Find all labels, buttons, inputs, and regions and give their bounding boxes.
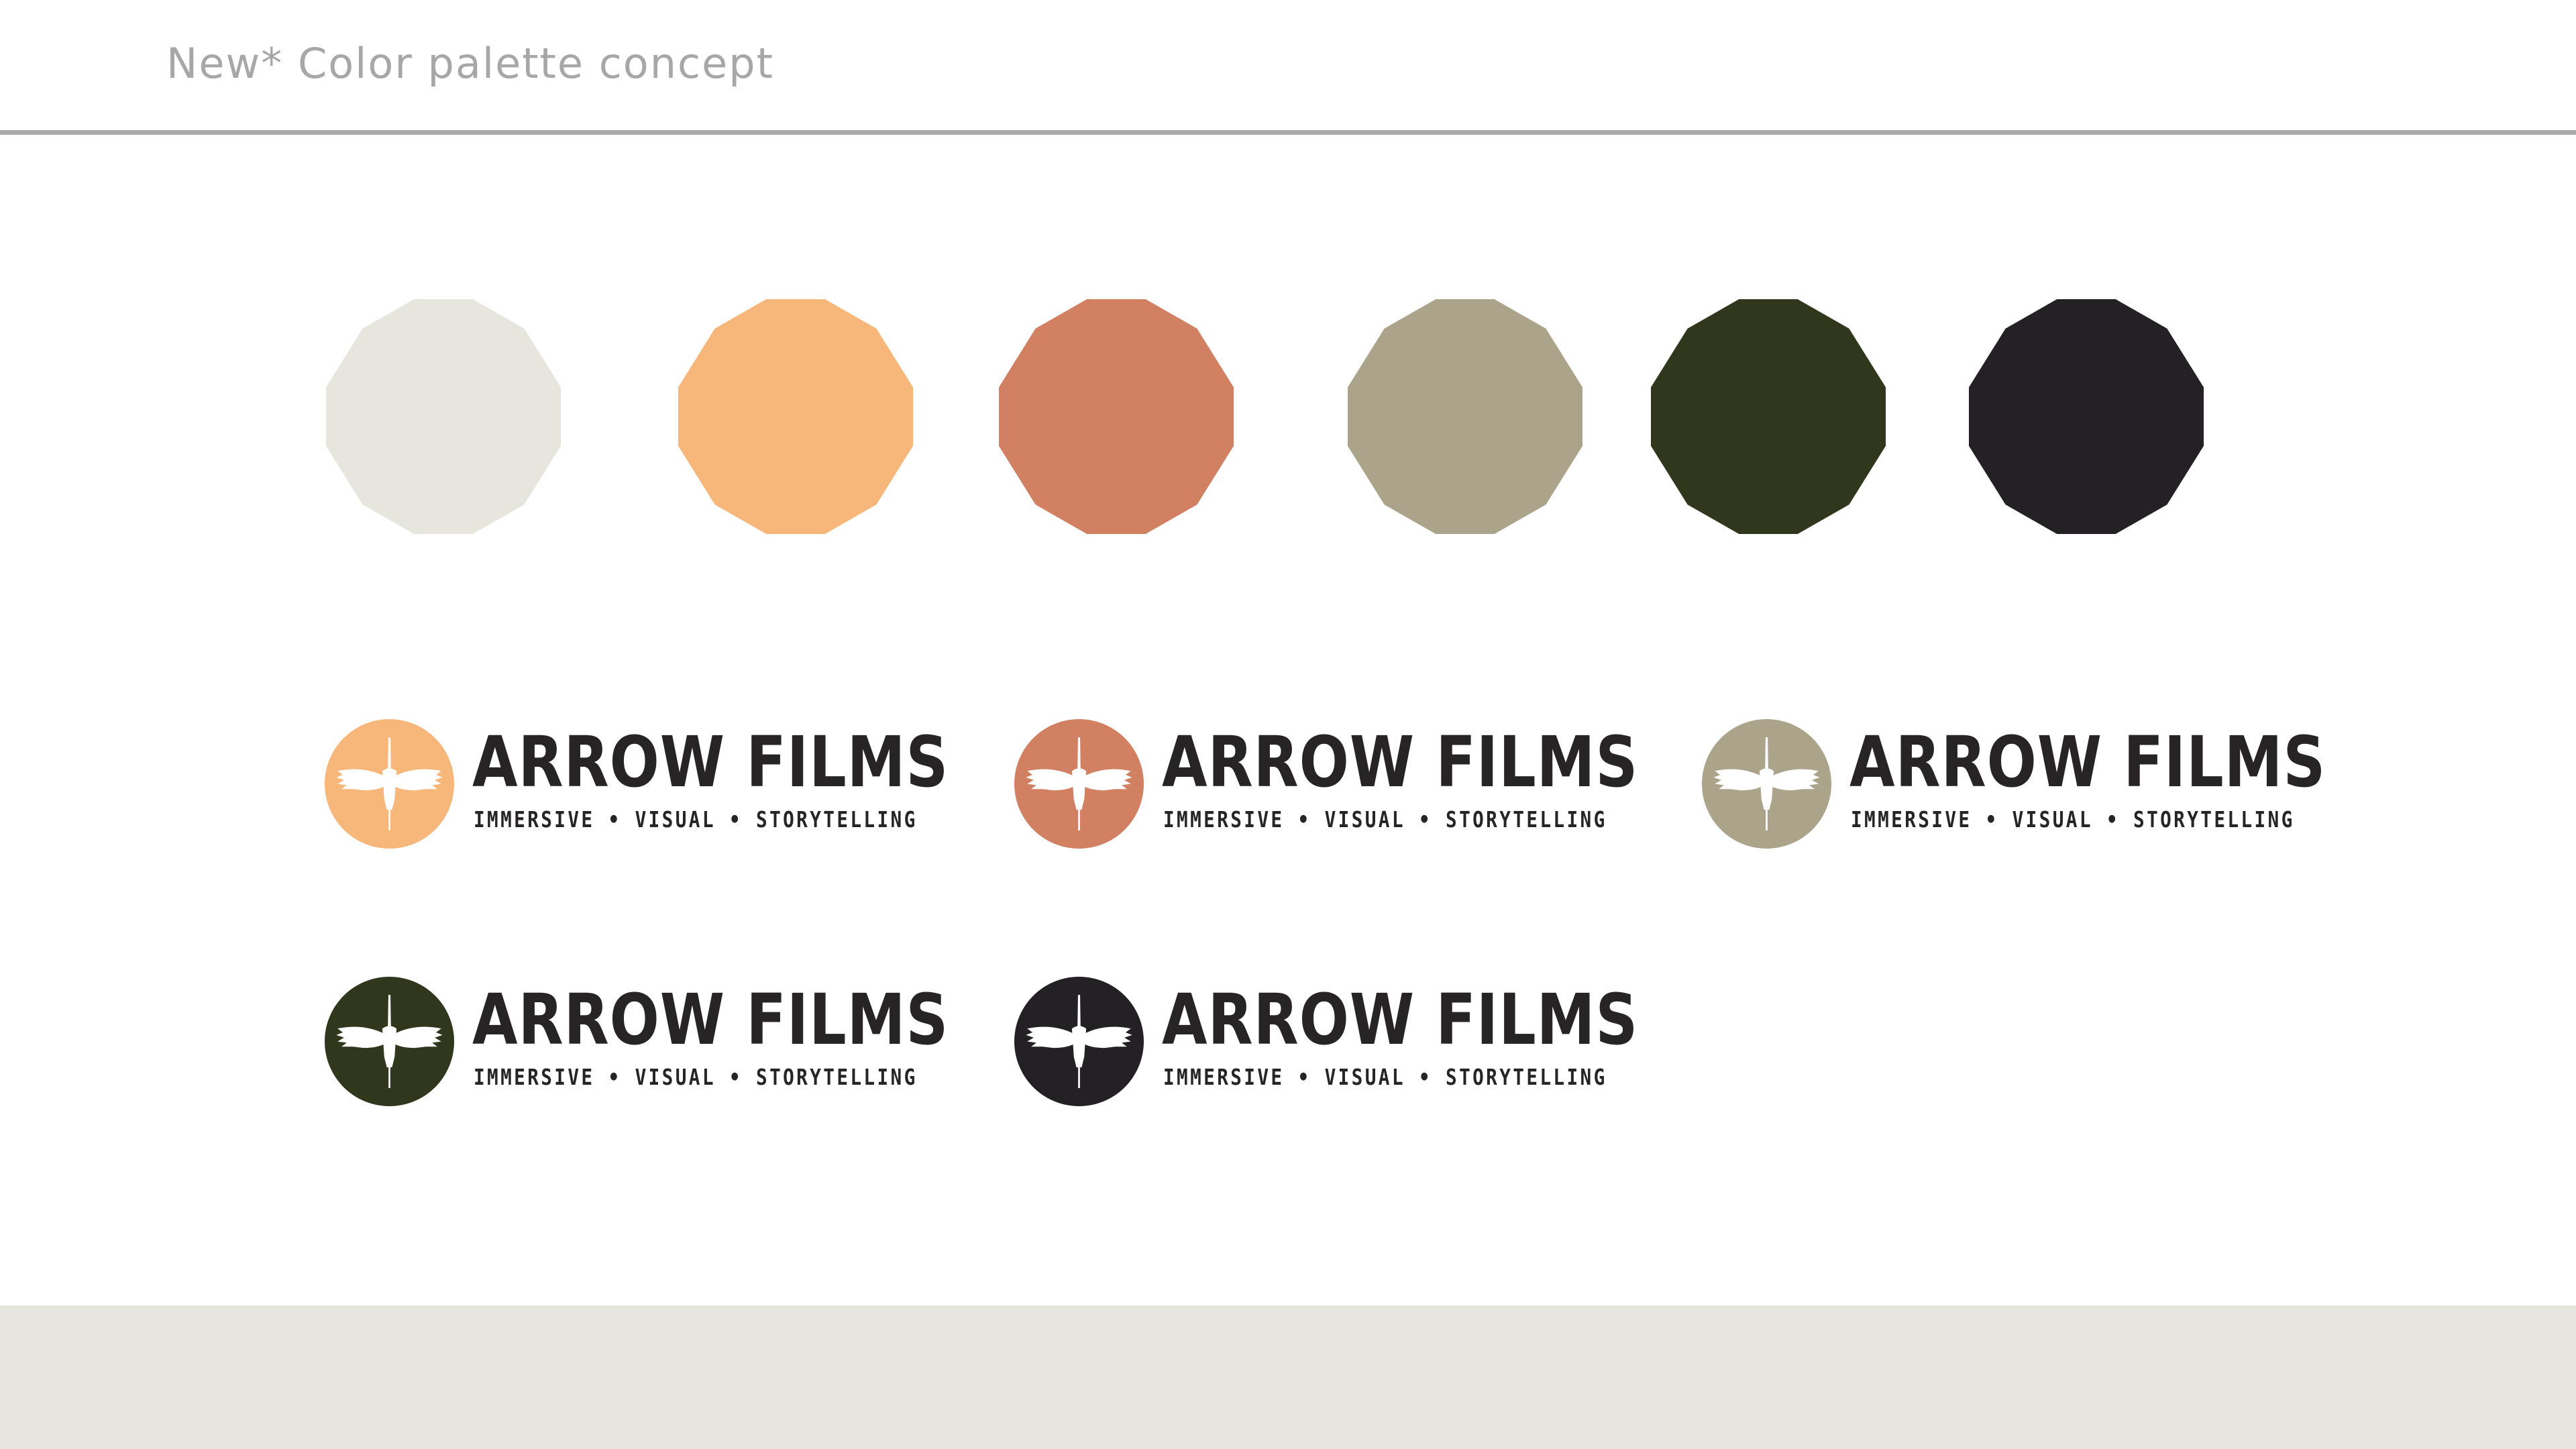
logo-wordmark: ARROW FILMS (1162, 721, 1639, 803)
logo-badge (1014, 977, 1144, 1106)
logo-tagline: IMMERSIVE • VISUAL • STORYTELLING (474, 806, 918, 833)
logo-lockup: ARROW FILMS IMMERSIVE • VISUAL • STORYTE… (325, 719, 948, 853)
logo-wordmark: ARROW FILMS (472, 721, 949, 803)
color-swatch (1969, 299, 2204, 534)
logo-badge (1014, 719, 1144, 849)
flying-crane-icon (1026, 737, 1132, 830)
flying-crane-icon (1713, 737, 1820, 830)
logo-tagline: IMMERSIVE • VISUAL • STORYTELLING (1851, 806, 2295, 833)
page-title: New* Color palette concept (166, 39, 774, 88)
flying-crane-icon (336, 737, 443, 830)
logo-lockup: ARROW FILMS IMMERSIVE • VISUAL • STORYTE… (1014, 977, 1638, 1111)
logo-lockup: ARROW FILMS IMMERSIVE • VISUAL • STORYTE… (325, 977, 948, 1111)
logo-lockup: ARROW FILMS IMMERSIVE • VISUAL • STORYTE… (1702, 719, 2325, 853)
logo-badge (1702, 719, 1831, 849)
logo-lockup: ARROW FILMS IMMERSIVE • VISUAL • STORYTE… (1014, 719, 1638, 853)
color-swatch (1348, 299, 1582, 534)
color-swatch (1651, 299, 1886, 534)
logo-badge (325, 977, 454, 1106)
color-swatch (678, 299, 913, 534)
flying-crane-icon (336, 995, 443, 1088)
flying-crane-icon (1026, 995, 1132, 1088)
header-divider (0, 130, 2576, 135)
logo-wordmark: ARROW FILMS (1849, 721, 2326, 803)
logo-badge (325, 719, 454, 849)
footer-band (0, 1305, 2576, 1449)
logo-tagline: IMMERSIVE • VISUAL • STORYTELLING (1163, 1064, 1607, 1090)
color-swatch (326, 299, 561, 534)
logo-tagline: IMMERSIVE • VISUAL • STORYTELLING (474, 1064, 918, 1090)
logo-wordmark: ARROW FILMS (1162, 979, 1639, 1061)
logo-tagline: IMMERSIVE • VISUAL • STORYTELLING (1163, 806, 1607, 833)
color-swatch (999, 299, 1234, 534)
logo-wordmark: ARROW FILMS (472, 979, 949, 1061)
